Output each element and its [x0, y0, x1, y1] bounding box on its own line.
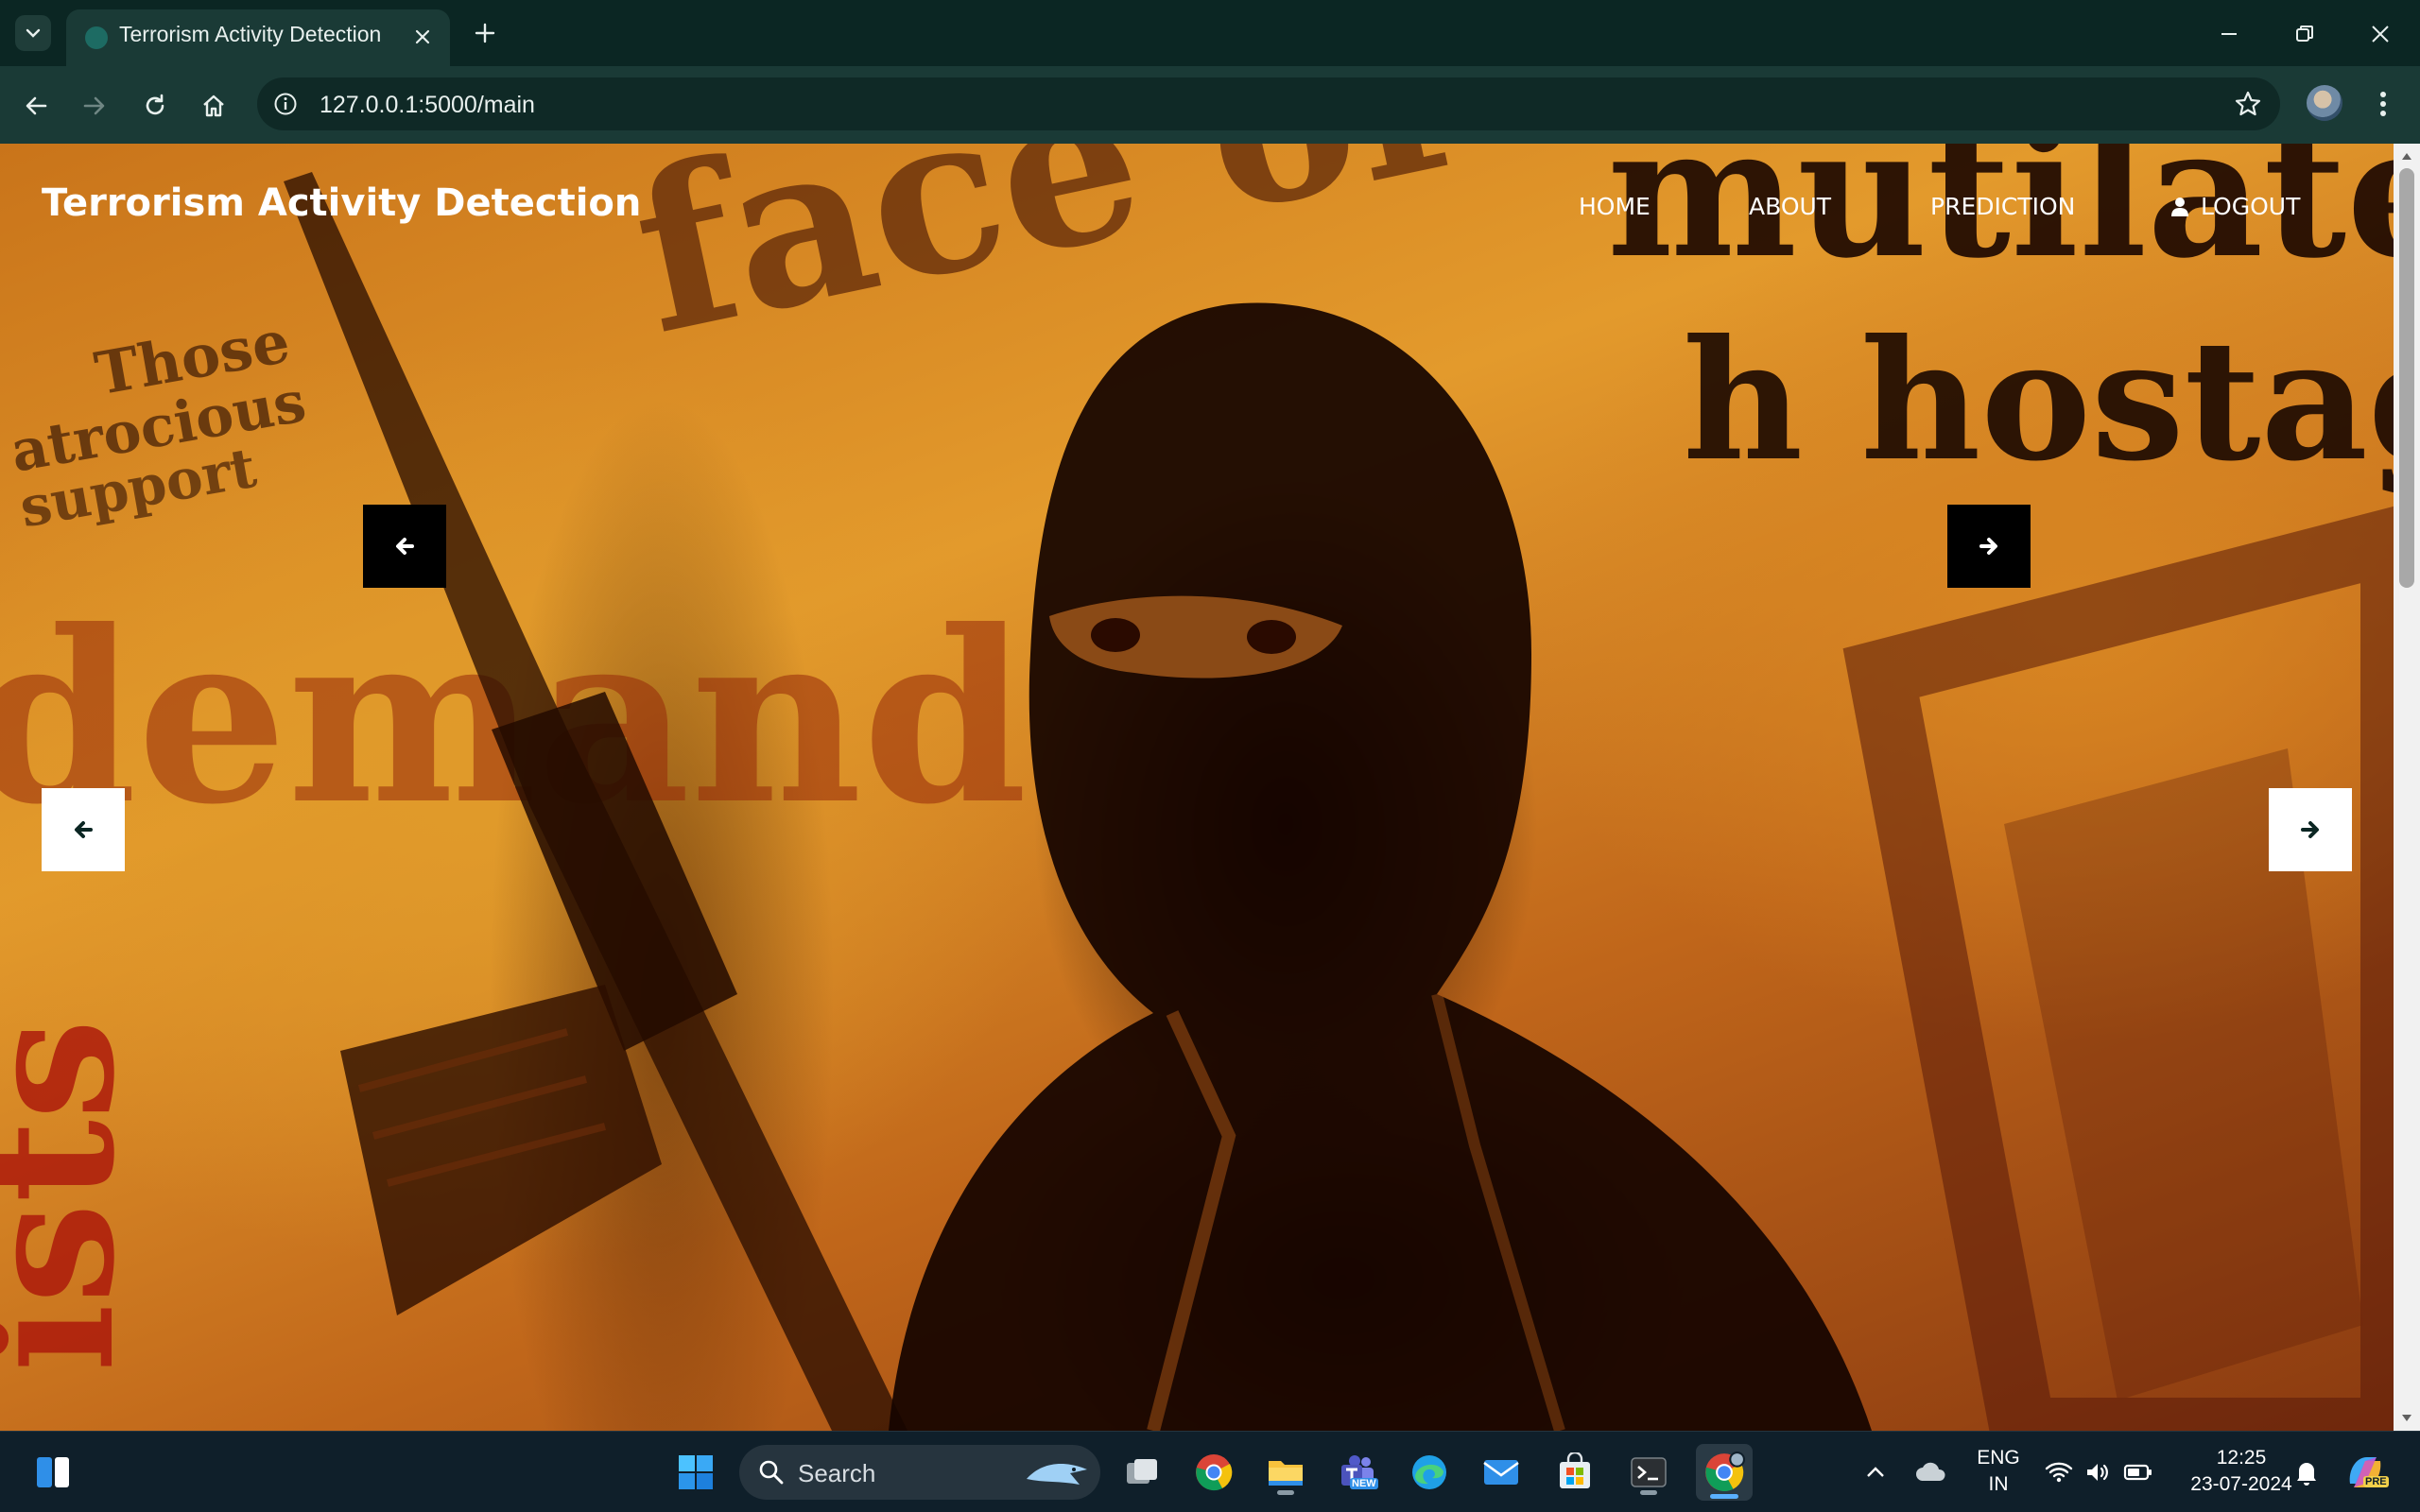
running-indicator: [1277, 1490, 1294, 1495]
battery-icon[interactable]: [2118, 1448, 2159, 1497]
teams-new-badge: NEW: [1350, 1478, 1378, 1489]
site-info-icon[interactable]: [270, 89, 301, 119]
chrome-active-icon[interactable]: [1696, 1444, 1753, 1501]
running-indicator: [1640, 1490, 1657, 1495]
nav-prediction[interactable]: PREDICTION: [1930, 193, 2075, 220]
browser-tab-bar: Terrorism Activity Detection: [0, 0, 2420, 66]
search-highlight-icon: [1027, 1464, 1087, 1485]
browser-tab[interactable]: Terrorism Activity Detection: [66, 9, 450, 66]
mail-icon[interactable]: [1477, 1448, 1526, 1497]
task-view-icon[interactable]: [1117, 1448, 1167, 1497]
stamp-graphic: [1842, 506, 2394, 1431]
language-indicator[interactable]: ENG IN: [1972, 1445, 2025, 1498]
edge-icon[interactable]: [1405, 1448, 1454, 1497]
forward-icon[interactable]: [74, 85, 115, 127]
close-icon[interactable]: [408, 23, 437, 51]
terminal-icon[interactable]: [1624, 1448, 1673, 1497]
reload-icon[interactable]: [134, 85, 176, 127]
plus-icon[interactable]: [467, 15, 503, 51]
copilot-pre-badge: PRE: [2363, 1476, 2389, 1487]
scroll-down-icon[interactable]: [2400, 1412, 2413, 1425]
arrow-right-icon: [1979, 538, 1997, 555]
favicon-icon: [85, 26, 108, 49]
file-explorer-icon[interactable]: [1261, 1448, 1310, 1497]
tab-title: Terrorism Activity Detection: [119, 22, 382, 46]
carousel-next-button[interactable]: [2269, 788, 2352, 871]
scroll-up-icon[interactable]: [2400, 149, 2413, 163]
copilot-icon[interactable]: PRE: [2341, 1448, 2390, 1497]
region-code: IN: [1988, 1473, 2009, 1495]
language-code: ENG: [1977, 1447, 2020, 1469]
nav-home[interactable]: HOME: [1579, 193, 1651, 220]
carousel-prev-button[interactable]: [42, 788, 125, 871]
wifi-icon[interactable]: [2038, 1448, 2080, 1497]
windows-taskbar: Search NEW ENG IN 12:25 23-07-2024 PRE: [0, 1431, 2420, 1512]
scroll-thumb[interactable]: [2399, 168, 2414, 588]
windows-start-icon[interactable]: [671, 1448, 720, 1497]
tab-list-icon[interactable]: [15, 15, 51, 51]
back-icon[interactable]: [15, 85, 57, 127]
hero-illustration: [284, 172, 2394, 1431]
arrow-left-icon: [75, 821, 93, 838]
notification-bell-icon[interactable]: [2286, 1448, 2327, 1497]
active-indicator: [1710, 1494, 1738, 1499]
minimize-icon[interactable]: [2208, 13, 2250, 55]
inner-carousel-prev-button[interactable]: [363, 505, 446, 588]
rifle-graphic: [284, 172, 908, 1431]
search-icon: [759, 1460, 784, 1485]
teams-icon[interactable]: NEW: [1333, 1448, 1382, 1497]
masked-figure-graphic: [889, 302, 1872, 1431]
search-placeholder: Search: [798, 1459, 876, 1487]
page-viewport: face of mutilated h hostage Those atroci…: [0, 144, 2394, 1431]
nav-about[interactable]: ABOUT: [1749, 193, 1831, 220]
chevron-up-icon[interactable]: [1857, 1448, 1894, 1497]
onedrive-icon[interactable]: [1910, 1448, 1953, 1497]
arrow-left-icon: [396, 538, 414, 555]
window-close-icon[interactable]: [2360, 13, 2401, 55]
chrome-icon[interactable]: [1189, 1448, 1238, 1497]
site-brand[interactable]: Terrorism Activity Detection: [42, 181, 641, 225]
widgets-icon[interactable]: [28, 1448, 78, 1497]
volume-icon[interactable]: [2078, 1448, 2119, 1497]
inner-carousel-next-button[interactable]: [1947, 505, 2031, 588]
home-icon[interactable]: [193, 85, 234, 127]
user-icon: [2171, 197, 2188, 216]
site-navbar: Terrorism Activity Detection HOME ABOUT …: [0, 144, 2394, 266]
address-bar[interactable]: 127.0.0.1:5000/main: [257, 77, 2280, 130]
nav-logout-label: LOGOUT: [2201, 193, 2301, 220]
store-icon[interactable]: [1550, 1448, 1599, 1497]
browser-toolbar: 127.0.0.1:5000/main: [0, 66, 2420, 144]
url-text[interactable]: 127.0.0.1:5000/main: [320, 92, 535, 119]
arrow-right-icon: [2301, 821, 2319, 838]
page-scrollbar[interactable]: [2394, 144, 2420, 1431]
more-menu-icon[interactable]: [2369, 85, 2397, 123]
restore-icon[interactable]: [2284, 13, 2325, 55]
star-icon[interactable]: [2233, 89, 2263, 119]
profile-avatar[interactable]: [2307, 85, 2342, 121]
taskbar-search[interactable]: Search: [739, 1445, 1100, 1500]
nav-logout[interactable]: LOGOUT: [2170, 193, 2300, 220]
